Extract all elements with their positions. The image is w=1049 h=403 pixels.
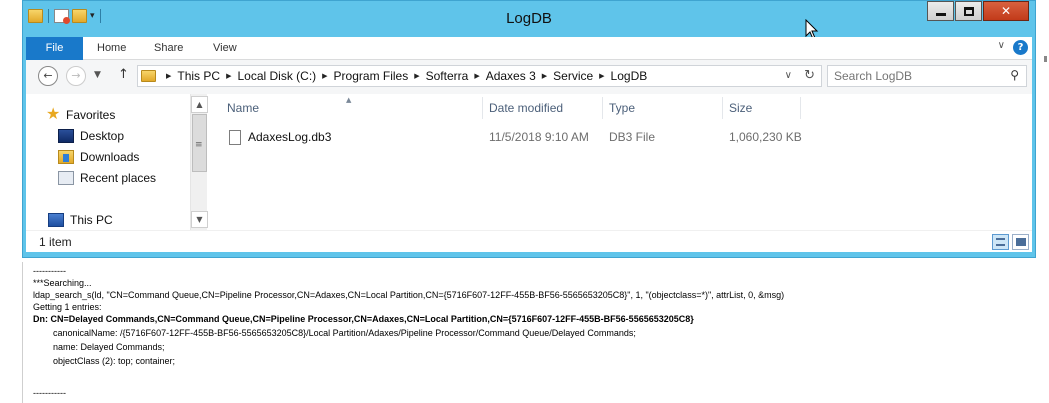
ribbon-tabs: File Home Share View ∨ ? [26, 37, 1032, 60]
refresh-icon[interactable]: ↻ [804, 68, 815, 83]
file-name-cell[interactable]: AdaxesLog.db3 [229, 127, 331, 147]
explorer-window: ▾ LogDB ✕ File Home Share View ∨ ? ← → ▼… [22, 0, 1036, 258]
scroll-down-icon[interactable]: ▼ [191, 211, 208, 228]
search-icon[interactable]: ⚲ [1010, 68, 1019, 82]
ldap-log-panel: ----------- ***Searching... ldap_search_… [22, 262, 1049, 403]
breadcrumb-logdb[interactable]: LogDB [611, 69, 648, 83]
breadcrumb-program-files[interactable]: Program Files [334, 69, 409, 83]
window-title: LogDB [506, 10, 552, 27]
search-input[interactable] [828, 66, 998, 86]
search-box[interactable]: ⚲ [827, 65, 1027, 87]
star-icon: ★ [46, 106, 61, 123]
large-icons-view-button[interactable] [1012, 234, 1029, 250]
navigation-bar: ← → ▼ ↑ ▶ This PC ▶ Local Disk (C:) ▶ Pr… [26, 60, 1032, 94]
column-header-size[interactable]: Size [723, 97, 801, 119]
nav-item-label: Desktop [80, 129, 125, 143]
help-icon[interactable]: ? [1013, 40, 1028, 55]
title-bar[interactable]: ▾ LogDB ✕ [23, 1, 1035, 40]
breadcrumb-this-pc[interactable]: This PC [177, 69, 220, 83]
tab-home[interactable]: Home [97, 37, 126, 60]
maximize-button[interactable] [955, 1, 982, 21]
nav-item-label: Downloads [80, 150, 140, 164]
close-icon: ✕ [1000, 4, 1012, 18]
nav-item-recent-places[interactable]: Recent places [58, 171, 156, 185]
file-name: AdaxesLog.db3 [248, 130, 332, 144]
breadcrumb-softerra[interactable]: Softerra [426, 69, 469, 83]
tab-file[interactable]: File [26, 37, 83, 60]
content-area: ★ Favorites Desktop Downloads Recent pla… [26, 94, 1032, 230]
navigation-pane-scrollbar[interactable]: ▲ ≡ ▼ [190, 94, 208, 230]
nav-item-label: Favorites [66, 108, 116, 122]
log-line-dn: Dn: CN=Delayed Commands,CN=Command Queue… [33, 314, 694, 324]
log-line: ***Searching... [33, 278, 92, 288]
nav-item-label: This PC [70, 213, 113, 227]
log-line: objectClass (2): top; container; [53, 356, 176, 366]
log-line: canonicalName: /{5716F607-12FF-455B-BF56… [53, 328, 636, 338]
log-line: ----------- [33, 388, 66, 398]
file-type: DB3 File [609, 130, 656, 144]
back-button[interactable]: ← [38, 66, 58, 86]
up-button[interactable]: ↑ [118, 67, 129, 82]
folder-icon [141, 70, 156, 82]
recent-places-icon [58, 171, 74, 185]
scroll-up-icon[interactable]: ▲ [191, 96, 208, 113]
nav-item-downloads[interactable]: Downloads [58, 150, 139, 164]
breadcrumb-service[interactable]: Service [553, 69, 593, 83]
expand-ribbon-icon[interactable]: ∨ [998, 40, 1005, 51]
nav-item-label: Recent places [80, 171, 157, 185]
breadcrumb-local-disk[interactable]: Local Disk (C:) [237, 69, 316, 83]
details-view-button[interactable] [992, 234, 1009, 250]
nav-item-desktop[interactable]: Desktop [58, 129, 124, 143]
sort-ascending-icon: ▲ [346, 96, 352, 104]
minimize-button[interactable] [927, 1, 954, 21]
details-view-icon [996, 238, 1005, 246]
downloads-icon [58, 150, 74, 164]
computer-icon [48, 213, 64, 227]
file-date-modified: 11/5/2018 9:10 AM [489, 130, 589, 144]
log-line: ldap_search_s(ld, "CN=Command Queue,CN=P… [33, 290, 785, 300]
recent-locations-icon[interactable]: ▼ [94, 70, 101, 80]
address-bar[interactable]: ▶ This PC ▶ Local Disk (C:) ▶ Program Fi… [137, 65, 822, 87]
large-icons-view-icon [1016, 238, 1026, 246]
address-history-dropdown-icon[interactable]: ∨ [785, 70, 792, 81]
close-button[interactable]: ✕ [983, 1, 1029, 21]
breadcrumb-adaxes-3[interactable]: Adaxes 3 [486, 69, 536, 83]
background-window-edge [1036, 40, 1049, 262]
item-count: 1 item [39, 235, 72, 249]
file-icon [229, 129, 241, 145]
maximize-icon [963, 6, 974, 16]
file-list: Name ▲ Date modified Type Size AdaxesLog… [209, 94, 1032, 230]
log-line: ----------- [33, 266, 66, 276]
log-line: Getting 1 entries: [33, 302, 102, 312]
navigation-pane: ★ Favorites Desktop Downloads Recent pla… [26, 94, 186, 230]
column-header-name[interactable]: Name [221, 97, 483, 119]
breadcrumb: ▶ This PC ▶ Local Disk (C:) ▶ Program Fi… [166, 69, 648, 83]
log-line: name: Delayed Commands; [53, 342, 165, 352]
forward-button[interactable]: → [66, 66, 86, 86]
window-controls: ✕ [926, 1, 1029, 21]
nav-item-favorites[interactable]: ★ Favorites [46, 106, 116, 123]
tab-view[interactable]: View [213, 37, 237, 60]
column-header-type[interactable]: Type [603, 97, 723, 119]
column-header-date-modified[interactable]: Date modified [483, 97, 603, 119]
tab-share[interactable]: Share [154, 37, 183, 60]
status-bar: 1 item [26, 230, 1032, 252]
minimize-icon [935, 12, 946, 16]
nav-item-this-pc[interactable]: This PC [48, 213, 113, 227]
file-size: 1,060,230 KB [729, 130, 802, 144]
desktop-icon [58, 129, 74, 143]
